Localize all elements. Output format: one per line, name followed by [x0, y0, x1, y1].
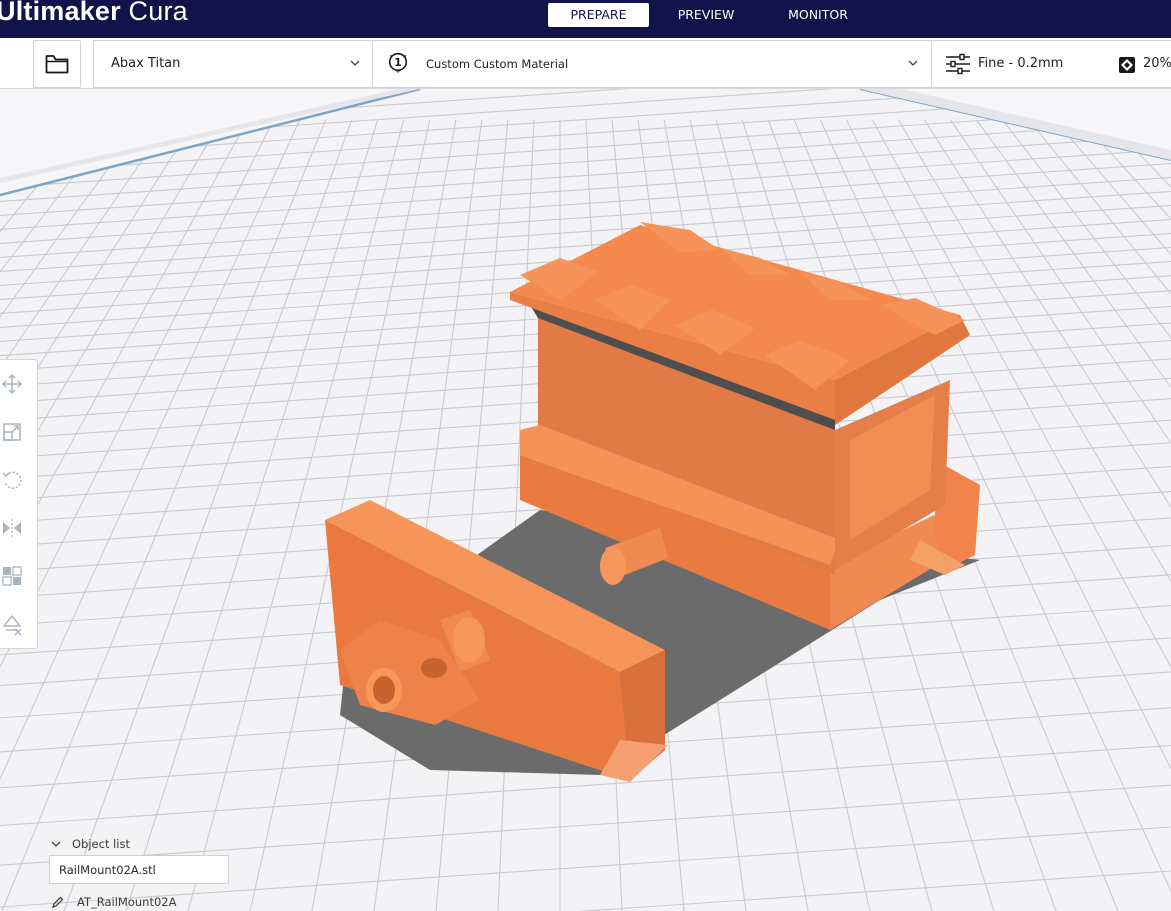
printer-name: Abax Titan: [111, 56, 181, 71]
tool-panel: [0, 359, 38, 649]
job-name: AT_RailMount02A: [77, 895, 177, 909]
infill-icon: [1119, 57, 1135, 73]
main-toolbar: Abax Titan 1 Custom Custom Material Fine…: [0, 38, 1171, 89]
move-tool-button[interactable]: [0, 372, 25, 397]
app-header: Ultimaker Cura PREPARE PREVIEW MONITOR: [0, 0, 1171, 38]
per-model-settings-button[interactable]: [0, 564, 25, 589]
move-icon: [1, 373, 23, 395]
sliders-icon: [946, 53, 970, 75]
chevron-down-icon: [51, 841, 61, 847]
infill-percentage: 20%: [1143, 56, 1171, 71]
extruder-number: 1: [394, 56, 402, 69]
material-name: Custom Custom Material: [426, 57, 569, 71]
per-model-settings-icon: [2, 566, 22, 586]
tab-preview[interactable]: PREVIEW: [663, 3, 749, 27]
mirror-tool-button[interactable]: [0, 516, 25, 541]
print-profile: Fine - 0.2mm: [978, 56, 1064, 71]
support-blocker-button[interactable]: [0, 612, 25, 637]
scene-3d[interactable]: [0, 89, 1171, 911]
mirror-icon: [3, 519, 21, 537]
object-list-item[interactable]: RailMount02A.stl: [49, 855, 229, 884]
object-file-name: RailMount02A.stl: [59, 863, 156, 877]
app-title-bold: Ultimaker: [0, 0, 121, 26]
extruder-icon: 1: [388, 52, 408, 73]
job-name-row[interactable]: AT_RailMount02A: [52, 893, 176, 911]
printer-selector[interactable]: Abax Titan: [93, 40, 372, 88]
rotate-icon: [2, 471, 22, 489]
open-file-button[interactable]: [33, 40, 81, 88]
app-title: Ultimaker Cura: [0, 0, 188, 27]
tab-monitor[interactable]: MONITOR: [773, 3, 863, 27]
chevron-down-icon: [350, 60, 360, 66]
object-list-toggle[interactable]: Object list: [50, 835, 130, 853]
app-title-light: Cura: [120, 0, 188, 26]
pencil-icon: [52, 896, 64, 908]
tab-prepare[interactable]: PREPARE: [548, 3, 649, 27]
material-selector[interactable]: 1 Custom Custom Material: [372, 40, 931, 88]
support-blocker-icon: [2, 614, 22, 636]
scale-icon: [3, 423, 21, 441]
object-list-label: Object list: [72, 837, 130, 851]
rotate-tool-button[interactable]: [0, 468, 25, 493]
folder-icon: [45, 55, 69, 74]
build-plate-viewport[interactable]: [0, 89, 1171, 911]
chevron-down-icon: [908, 60, 918, 66]
print-settings-selector[interactable]: Fine - 0.2mm 20%: [931, 40, 1171, 88]
scale-tool-button[interactable]: [0, 420, 25, 445]
